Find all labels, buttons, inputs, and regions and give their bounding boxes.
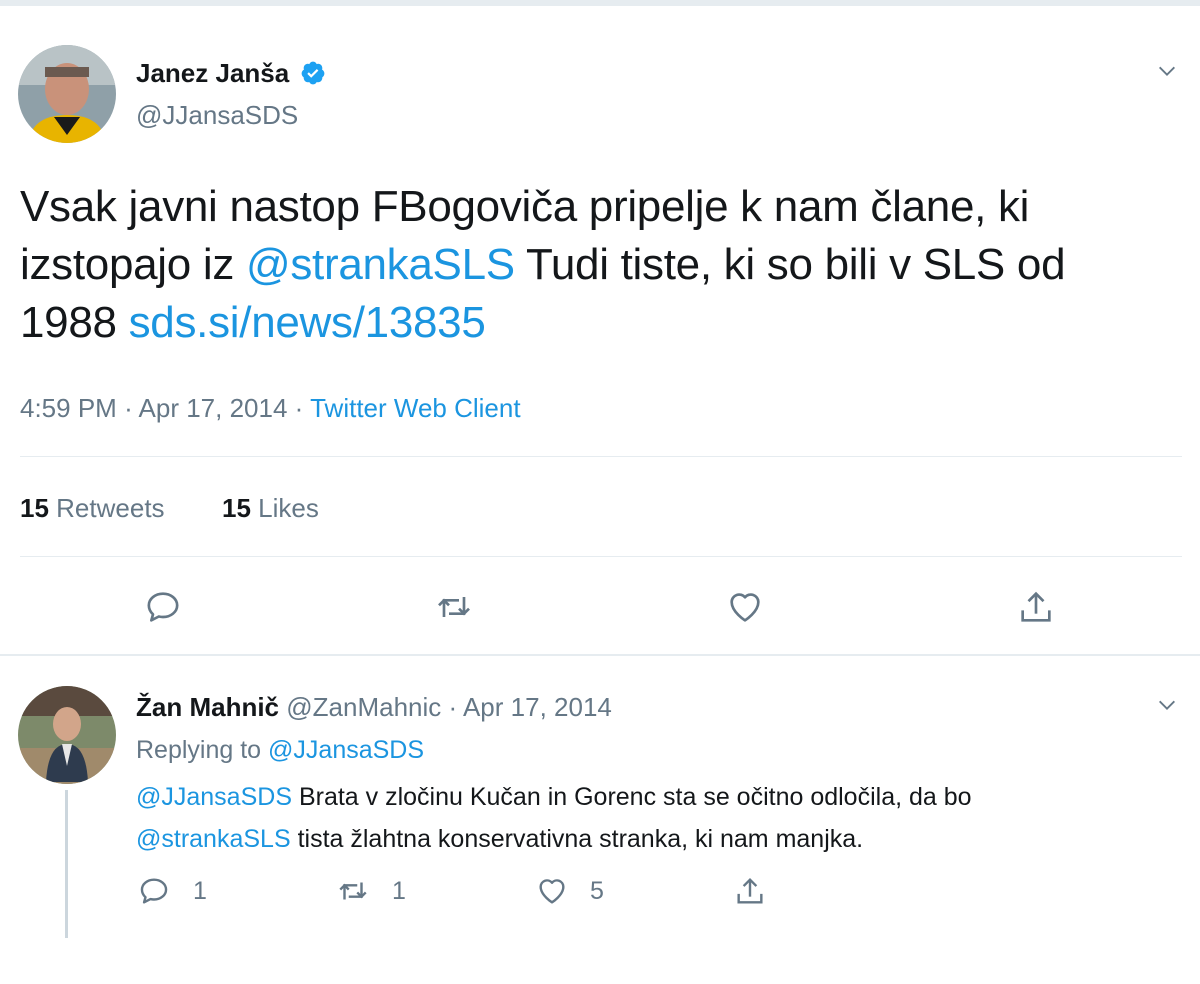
likes-stat[interactable]: 15 Likes <box>222 492 319 524</box>
reply-date[interactable]: Apr 17, 2014 <box>463 692 612 722</box>
chevron-down-icon[interactable] <box>1156 694 1178 716</box>
tweet-meta: 4:59 PM · Apr 17, 2014 · Twitter Web Cli… <box>20 392 521 424</box>
reply-author-handle[interactable]: @ZanMahnic <box>286 692 441 722</box>
retweet-count: 1 <box>392 877 406 905</box>
heart-icon[interactable] <box>535 874 569 908</box>
replying-to: Replying to @JJansaSDS <box>136 734 424 766</box>
reply-text-part1: Brata v zločinu Kučan in Gorenc sta se o… <box>292 783 972 811</box>
retweets-label: Retweets <box>56 493 165 523</box>
divider <box>20 456 1182 457</box>
verified-badge-icon <box>302 61 325 85</box>
replying-to-label: Replying to <box>136 736 269 764</box>
tweet-time[interactable]: 4:59 PM <box>20 393 117 423</box>
reply-header: Žan Mahnič @ZanMahnic · Apr 17, 2014 <box>136 690 612 724</box>
divider <box>20 556 1182 557</box>
reply-count: 1 <box>193 877 207 905</box>
tweet-source-link[interactable]: Twitter Web Client <box>310 393 520 423</box>
reply-author-avatar[interactable] <box>18 686 116 784</box>
author-name[interactable]: Janez Janša <box>136 58 289 88</box>
meta-separator: · <box>124 393 133 423</box>
retweet-icon[interactable] <box>434 587 474 627</box>
reply-mention-1[interactable]: @JJansaSDS <box>136 783 292 811</box>
share-icon[interactable] <box>733 874 767 908</box>
news-link[interactable]: sds.si/news/13835 <box>129 298 486 347</box>
section-divider <box>0 654 1200 656</box>
reply-text-part2: tista žlahtna konservativna stranka, ki … <box>290 825 864 853</box>
likes-label: Likes <box>258 493 319 523</box>
reply-icon[interactable] <box>137 874 171 908</box>
likes-count: 15 <box>222 493 251 523</box>
retweets-count: 15 <box>20 493 49 523</box>
thread-line <box>65 790 68 938</box>
reply-icon[interactable] <box>143 587 183 627</box>
reply-mention-2[interactable]: @strankaSLS <box>136 825 291 853</box>
author-handle[interactable]: @JJansaSDS <box>136 98 298 132</box>
replying-to-handle[interactable]: @JJansaSDS <box>268 736 424 764</box>
mention-link[interactable]: @strankaSLS <box>246 240 515 289</box>
top-border <box>0 0 1200 6</box>
tweet-date[interactable]: Apr 17, 2014 <box>139 393 288 423</box>
retweet-icon[interactable] <box>336 874 370 908</box>
meta-separator: · <box>294 393 304 423</box>
meta-separator: · <box>448 692 458 722</box>
retweets-stat[interactable]: 15 Retweets <box>20 492 165 524</box>
author-avatar[interactable] <box>18 45 116 143</box>
heart-icon[interactable] <box>725 587 765 627</box>
chevron-down-icon[interactable] <box>1156 60 1178 82</box>
reply-author-name[interactable]: Žan Mahnič <box>136 692 279 722</box>
reply-text: @JJansaSDS Brata v zločinu Kučan in Gore… <box>136 776 1136 860</box>
tweet-text: Vsak javni nastop FBogoviča pripelje k n… <box>20 178 1160 352</box>
share-icon[interactable] <box>1016 587 1056 627</box>
author-name-row[interactable]: Janez Janša <box>136 56 326 90</box>
like-count: 5 <box>590 877 604 905</box>
